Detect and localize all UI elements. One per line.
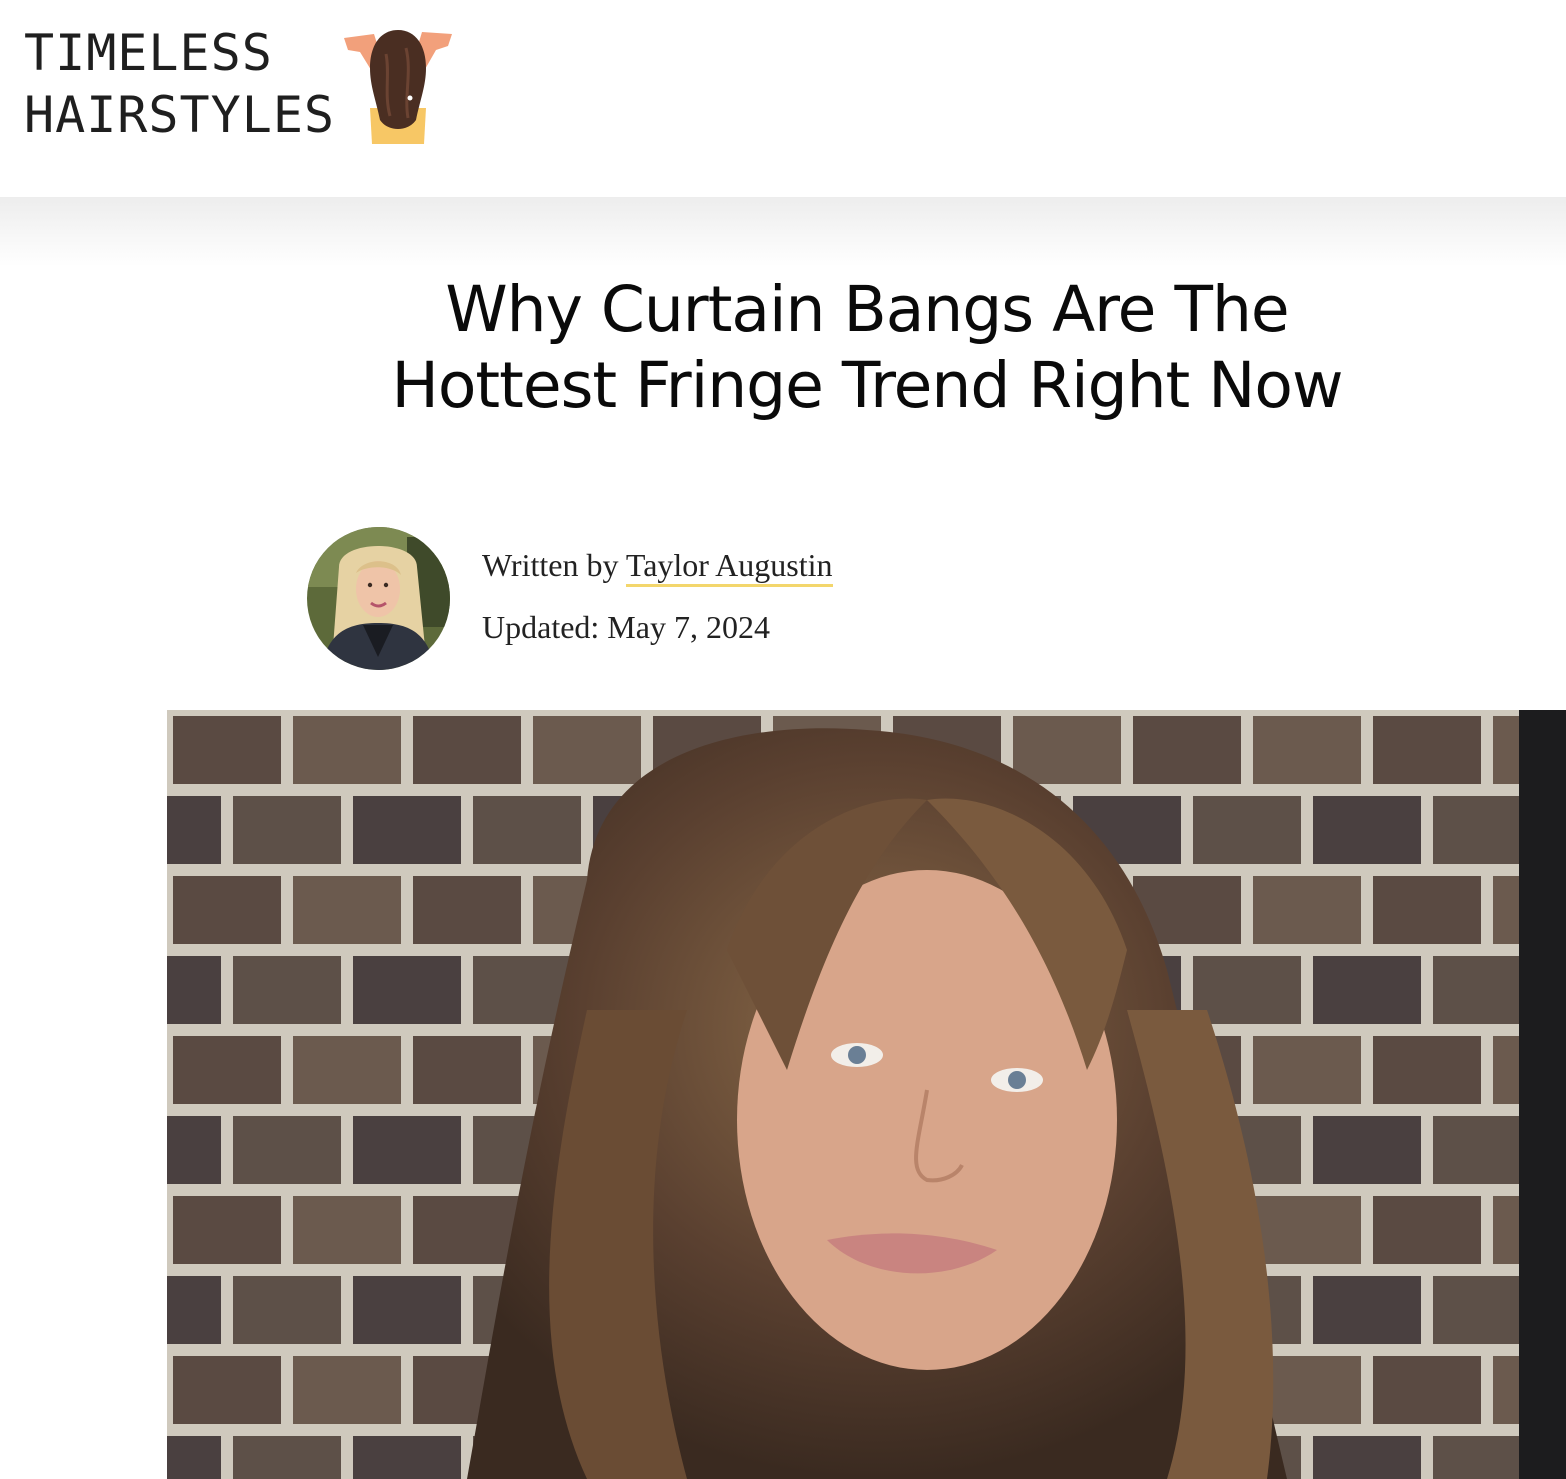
hero-image [167, 710, 1566, 1479]
title-line-2: Hottest Fringe Trend Right Now [391, 349, 1344, 422]
updated-label: Updated: [482, 609, 600, 645]
logo-line-1: TIMELESS [24, 24, 273, 82]
byline-prefix: Written by [482, 547, 619, 583]
site-header: TIMELESS HAIRSTYLES [0, 0, 1566, 197]
updated-date: May 7, 2024 [607, 609, 770, 645]
woman-back-hair-icon [344, 30, 452, 144]
byline: Written by Taylor Augustin Updated: May … [482, 542, 833, 650]
title-line-1: Why Curtain Bangs Are The [445, 273, 1289, 346]
site-logo-link[interactable]: TIMELESS HAIRSTYLES [24, 22, 464, 152]
header-shadow [0, 197, 1566, 267]
logo-line-2: HAIRSTYLES [24, 86, 336, 144]
author-row: Written by Taylor Augustin [482, 542, 833, 588]
updated-row: Updated: May 7, 2024 [482, 604, 833, 650]
hero-photo [167, 710, 1566, 1479]
author-link[interactable]: Taylor Augustin [625, 547, 833, 587]
article-title: Why Curtain Bangs Are The Hottest Fringe… [200, 272, 1534, 424]
author-avatar[interactable] [307, 527, 450, 670]
author-photo [307, 527, 450, 670]
logo-wordmark: TIMELESS HAIRSTYLES [24, 22, 335, 146]
